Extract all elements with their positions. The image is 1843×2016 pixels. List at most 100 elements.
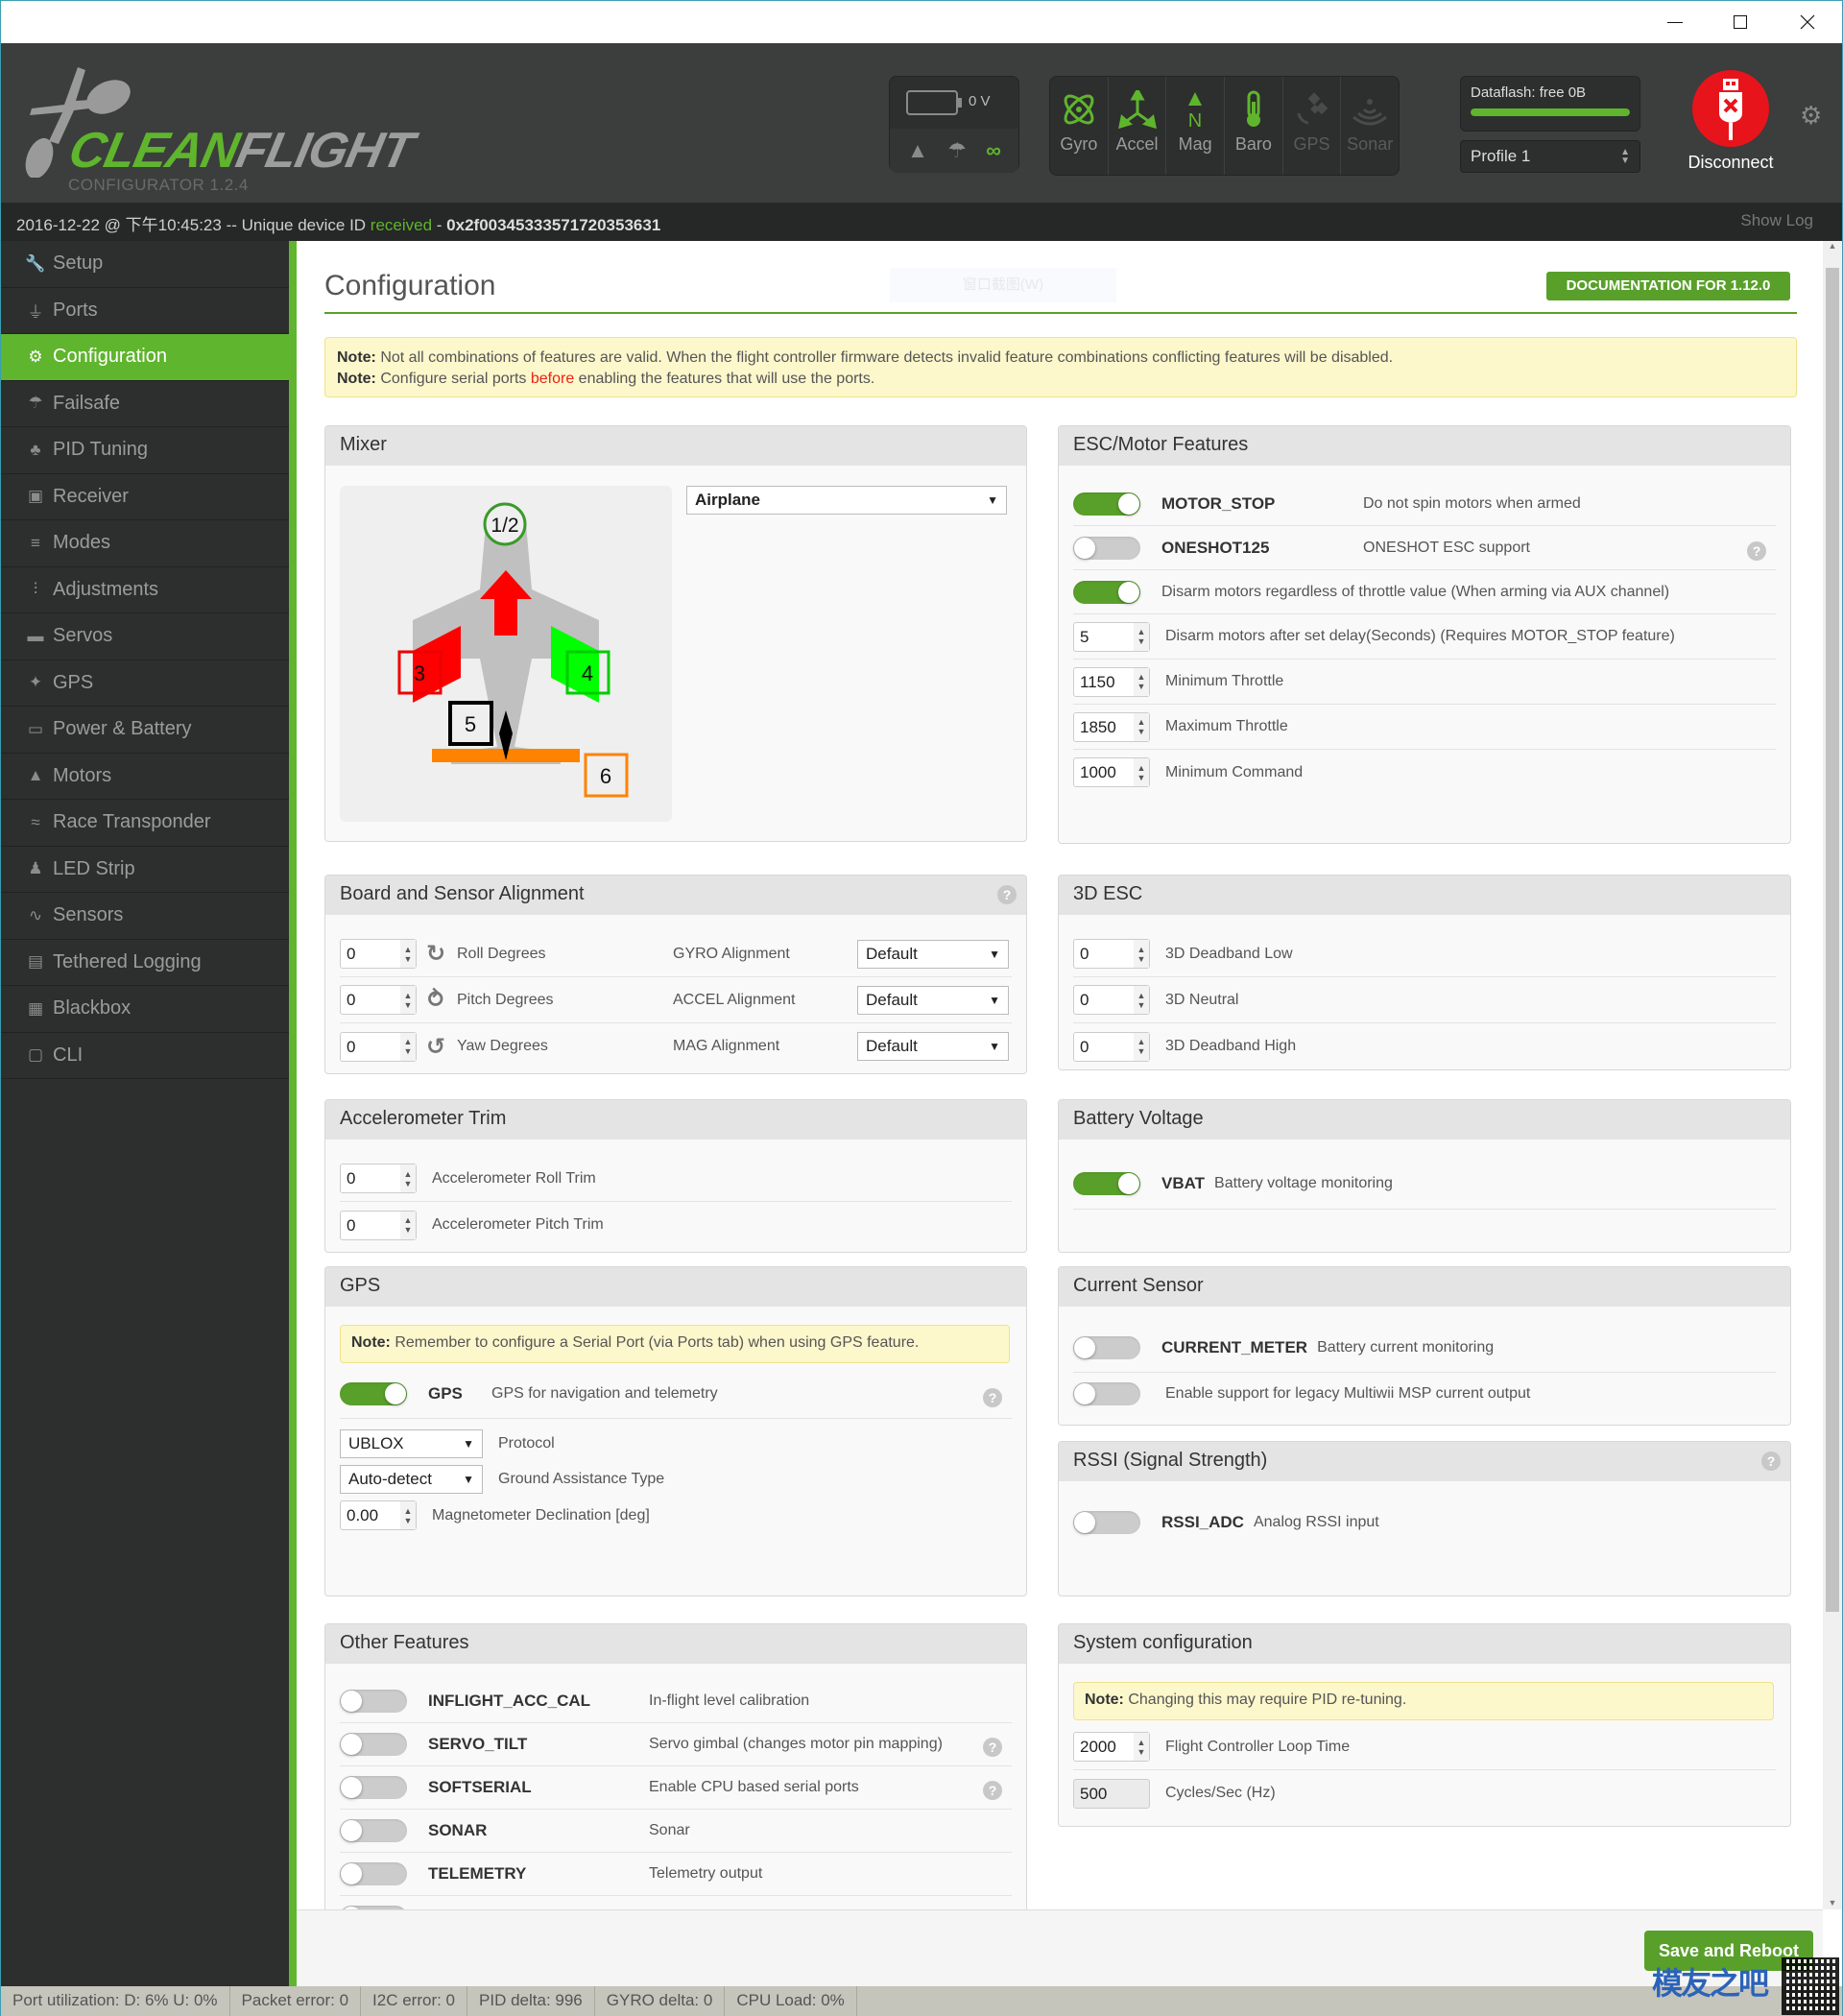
spinner-arrows[interactable]: ▲ ▼ — [1134, 1733, 1149, 1761]
esc3d-value-input[interactable]: 0 ▲ ▼ — [1073, 1031, 1150, 1062]
sidebar-item-pid-tuning[interactable]: ♣ PID Tuning — [1, 427, 289, 474]
spinner-arrows[interactable]: ▲ ▼ — [1134, 1032, 1149, 1061]
content-scrollbar[interactable]: ▲ ▼ — [1823, 241, 1842, 1909]
feature-toggle[interactable] — [1073, 536, 1140, 560]
mixer-type-select[interactable]: Airplane ▼ — [686, 486, 1007, 515]
app-settings-button[interactable]: ⚙ — [1800, 101, 1822, 131]
gps-toggle[interactable] — [340, 1381, 407, 1405]
feature-toggle[interactable] — [340, 1776, 407, 1799]
help-icon[interactable]: ? — [1747, 540, 1766, 561]
current-meter-toggle[interactable] — [1073, 1335, 1140, 1359]
sidebar-item-configuration[interactable]: ⚙ Configuration — [1, 334, 289, 381]
sidebar-item-motors[interactable]: ▲ Motors — [1, 754, 289, 800]
help-icon[interactable]: ? — [997, 885, 1017, 904]
spinner-arrows[interactable]: ▲ ▼ — [400, 940, 416, 968]
toggle-knob — [1118, 581, 1139, 603]
yaw-icon: ↺ — [426, 1033, 446, 1060]
field-label: Flight Controller Loop Time — [1165, 1738, 1351, 1755]
spinner-arrows[interactable]: ▲ ▼ — [400, 1032, 416, 1061]
feature-desc: Do not spin motors when armed — [1363, 494, 1581, 512]
sidebar-item-gps[interactable]: ✦ GPS — [1, 660, 289, 707]
esc3d-value-input[interactable]: 0 ▲ ▼ — [1073, 939, 1150, 969]
esc-value-input[interactable]: 1000 ▲ ▼ — [1073, 757, 1150, 787]
alignment-degrees-input[interactable]: 0 ▲ ▼ — [340, 939, 417, 969]
sidebar-item-power-battery[interactable]: ▭ Power & Battery — [1, 707, 289, 754]
esc-value-input[interactable]: 1150 ▲ ▼ — [1073, 666, 1150, 697]
logging-icon: ▤ — [27, 952, 44, 972]
sidebar-item-tethered-logging[interactable]: ▤ Tethered Logging — [1, 940, 289, 986]
esc3d-value-input[interactable]: 0 ▲ ▼ — [1073, 985, 1150, 1015]
input-value: 1000 — [1080, 763, 1116, 781]
alignment-degrees-input[interactable]: 0 ▲ ▼ — [340, 985, 417, 1015]
sidebar-item-led-strip[interactable]: ♟ LED Strip — [1, 847, 289, 893]
spinner-arrows[interactable]: ▲ ▼ — [1134, 622, 1149, 651]
feature-toggle[interactable] — [1073, 492, 1140, 516]
alignment-select[interactable]: Default ▼ — [857, 1032, 1009, 1061]
sidebar-item-race-transponder[interactable]: ≈ Race Transponder — [1, 800, 289, 847]
declination-input[interactable]: 0.00 ▲ ▼ — [340, 1500, 417, 1530]
profile-select[interactable]: Profile 1 ▲ ▼ — [1460, 140, 1640, 173]
feature-toggle[interactable] — [340, 1862, 407, 1885]
sidebar-item-servos[interactable]: ▬ Servos — [1, 613, 289, 660]
help-icon[interactable]: ? — [1761, 1452, 1781, 1471]
panel-title: System configuration — [1059, 1624, 1790, 1664]
sidebar-item-blackbox[interactable]: ▦ Blackbox — [1, 986, 289, 1033]
help-icon[interactable]: ? — [983, 1738, 1002, 1757]
rssi-adc-toggle[interactable] — [1073, 1511, 1140, 1534]
vbat-toggle[interactable] — [1073, 1171, 1140, 1195]
ground-assistance-select[interactable]: Auto-detect ▼ — [340, 1465, 483, 1494]
show-log-link[interactable]: Show Log — [1740, 211, 1813, 230]
spinner-arrows[interactable]: ▲ ▼ — [1134, 758, 1149, 786]
feature-toggle[interactable] — [340, 1819, 407, 1842]
help-icon[interactable]: ? — [983, 1387, 1002, 1407]
acc-trim-input[interactable]: 0 ▲ ▼ — [340, 1210, 417, 1240]
gps-protocol-select[interactable]: UBLOX ▼ — [340, 1429, 483, 1458]
spinner-arrows[interactable]: ▲ ▼ — [1134, 712, 1149, 741]
input-value: 0 — [347, 945, 356, 963]
sensor-gps: GPS — [1283, 77, 1342, 175]
disconnect-button[interactable]: Disconnect — [1683, 70, 1779, 173]
spinner-arrows[interactable]: ▲ ▼ — [400, 1164, 416, 1192]
acc-trim-input[interactable]: 0 ▲ ▼ — [340, 1164, 417, 1193]
sidebar-item-sensors[interactable]: ∿ Sensors — [1, 893, 289, 940]
sidebar-item-label: Power & Battery — [53, 718, 192, 740]
sidebar-item-ports[interactable]: ⏚ Ports — [1, 288, 289, 334]
scrollbar-thumb[interactable] — [1826, 268, 1839, 1612]
spinner-arrows[interactable]: ▲ ▼ — [400, 1501, 416, 1529]
spinner-arrows[interactable]: ▲ ▼ — [400, 986, 416, 1014]
title-divider — [324, 312, 1797, 314]
loop-time-input[interactable]: 2000 ▲ ▼ — [1073, 1732, 1150, 1762]
spinner-arrows[interactable]: ▲ ▼ — [1134, 940, 1149, 968]
sidebar-item-failsafe[interactable]: ☂ Failsafe — [1, 381, 289, 427]
sidebar-item-cli[interactable]: ▢ CLI — [1, 1033, 289, 1079]
esc-value-input[interactable]: 5 ▲ ▼ — [1073, 621, 1150, 652]
spinner-arrows[interactable]: ▲ ▼ — [1134, 986, 1149, 1014]
feature-toggle[interactable] — [340, 1690, 407, 1713]
cleanflight-logo: CLEANFLIGHT CONFIGURATOR 1.2.4 — [20, 62, 423, 194]
field-label: Accelerometer Pitch Trim — [432, 1216, 604, 1233]
minimize-button[interactable] — [1646, 5, 1704, 39]
panel-title: Battery Voltage — [1059, 1100, 1790, 1140]
feature-row-gps: GPS GPS for navigation and telemetry ? — [340, 1369, 1012, 1419]
alignment-degrees-input[interactable]: 0 ▲ ▼ — [340, 1031, 417, 1062]
close-button[interactable] — [1779, 5, 1836, 39]
help-icon[interactable]: ? — [983, 1781, 1002, 1800]
documentation-button[interactable]: DOCUMENTATION FOR 1.12.0 — [1546, 272, 1790, 300]
sidebar-item-modes[interactable]: ≡ Modes — [1, 520, 289, 567]
feature-toggle[interactable] — [1073, 580, 1140, 604]
sidebar-item-setup[interactable]: 🔧 Setup — [1, 241, 289, 288]
sidebar-item-adjustments[interactable]: ⫶ Adjustments — [1, 567, 289, 613]
select-value: Auto-detect — [348, 1470, 432, 1488]
esc-value-input[interactable]: 1850 ▲ ▼ — [1073, 711, 1150, 742]
spinner-arrows[interactable]: ▲ ▼ — [400, 1211, 416, 1239]
alignment-select[interactable]: Default ▼ — [857, 939, 1009, 969]
spinner-arrows[interactable]: ▲ ▼ — [1134, 667, 1149, 696]
maximize-button[interactable] — [1711, 5, 1769, 39]
scroll-up-icon[interactable]: ▲ — [1823, 241, 1842, 251]
sensor-label: Accel — [1115, 134, 1159, 154]
feature-toggle[interactable] — [340, 1733, 407, 1756]
scroll-down-icon[interactable]: ▼ — [1823, 1898, 1842, 1908]
alignment-select[interactable]: Default ▼ — [857, 985, 1009, 1015]
legacy-msp-toggle[interactable] — [1073, 1382, 1140, 1405]
sidebar-item-receiver[interactable]: ▣ Receiver — [1, 474, 289, 520]
